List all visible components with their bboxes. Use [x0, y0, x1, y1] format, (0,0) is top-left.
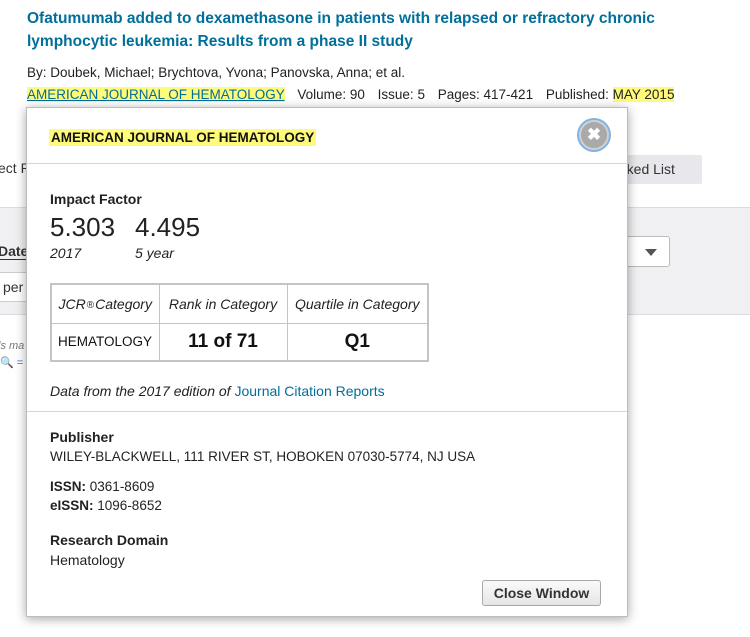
dropdown-select[interactable] — [622, 236, 670, 267]
record-title[interactable]: Ofatumumab added to dexamethasone in pat… — [27, 7, 742, 53]
impact-factor-year: 2017 — [50, 245, 82, 261]
rank-cell: 11 of 71 — [158, 322, 288, 362]
published-date: MAY 2015 — [612, 87, 675, 102]
volume-label: Volume: — [297, 87, 347, 102]
close-window-button[interactable]: Close Window — [482, 580, 601, 606]
issn-value: 0361-8609 — [89, 479, 155, 494]
divider — [27, 163, 627, 164]
issn-row: ISSN: 0361-8609 — [50, 479, 154, 494]
sort-by-date-link[interactable]: Date — [0, 243, 29, 260]
per-page-select[interactable]: per — [0, 272, 28, 302]
publisher-label: Publisher — [50, 429, 114, 445]
registered-mark-icon: ® — [86, 299, 95, 311]
rank-header: Rank in Category — [158, 283, 288, 324]
jcr-category-table: JCR®Category Rank in Category Quartile i… — [50, 283, 429, 362]
divider — [27, 411, 627, 412]
eissn-row: eISSN: 1096-8652 — [50, 498, 162, 513]
jcr-link[interactable]: Journal Citation Reports — [234, 383, 384, 399]
volume-value: 90 — [349, 87, 365, 102]
magnifier-icon: 🔍 = — [0, 357, 24, 369]
research-domain-label: Research Domain — [50, 532, 169, 548]
pages-label: Pages: — [437, 87, 480, 102]
background-italic-fragment: ls ma — [0, 340, 25, 352]
impact-factor-label: Impact Factor — [50, 191, 142, 207]
issn-label: ISSN: — [50, 479, 87, 494]
record-source: AMERICAN JOURNAL OF HEMATOLOGY Volume: 9… — [27, 87, 675, 102]
publisher-address: WILEY-BLACKWELL, 111 RIVER ST, HOBOKEN 0… — [50, 449, 476, 464]
quartile-cell: Q1 — [286, 322, 429, 362]
eissn-value: 1096-8652 — [97, 498, 162, 513]
published-label: Published: — [545, 87, 609, 102]
jcr-note: Data from the 2017 edition of Journal Ci… — [50, 383, 385, 399]
issue-value: 5 — [417, 87, 425, 102]
research-domain-value: Hematology — [50, 552, 125, 568]
quartile-header: Quartile in Category — [286, 283, 429, 324]
five-year-label: 5 year — [135, 245, 174, 261]
impact-factor-value: 5.303 — [50, 212, 116, 242]
category-cell: HEMATOLOGY — [50, 322, 160, 362]
journal-info-popup: AMERICAN JOURNAL OF HEMATOLOGY ✖ Impact … — [26, 107, 628, 617]
journal-link[interactable]: AMERICAN JOURNAL OF HEMATOLOGY — [27, 87, 285, 102]
record-authors: By: Doubek, Michael; Brychtova, Yvona; P… — [27, 65, 405, 80]
eissn-label: eISSN: — [50, 498, 94, 513]
popup-journal-title: AMERICAN JOURNAL OF HEMATOLOGY — [49, 129, 317, 146]
issue-label: Issue: — [377, 87, 414, 102]
chevron-down-icon — [645, 249, 657, 256]
pages-value: 417-421 — [483, 87, 534, 102]
table-row: HEMATOLOGY 11 of 71 Q1 — [50, 322, 429, 362]
five-year-impact-value: 4.495 — [135, 212, 201, 242]
category-header: JCR®Category — [50, 283, 160, 324]
close-icon[interactable]: ✖ — [579, 120, 609, 150]
